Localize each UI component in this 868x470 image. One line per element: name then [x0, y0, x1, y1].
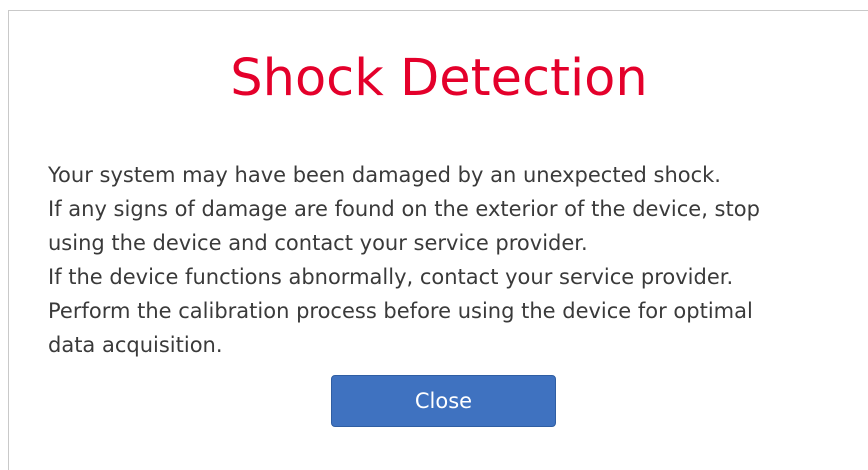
close-button[interactable]: Close — [331, 375, 556, 427]
message-line: data acquisition. — [48, 333, 223, 357]
message-line: If the device functions abnormally, cont… — [48, 265, 734, 289]
message-line: Perform the calibration process before u… — [48, 299, 753, 323]
message-line: using the device and contact your servic… — [48, 231, 588, 255]
message-line: Your system may have been damaged by an … — [48, 163, 721, 187]
dialog-message: Your system may have been damaged by an … — [48, 158, 838, 362]
shock-detection-dialog: Shock Detection Your system may have bee… — [8, 10, 868, 470]
message-line: If any signs of damage are found on the … — [48, 197, 760, 221]
dialog-title: Shock Detection — [230, 49, 648, 108]
